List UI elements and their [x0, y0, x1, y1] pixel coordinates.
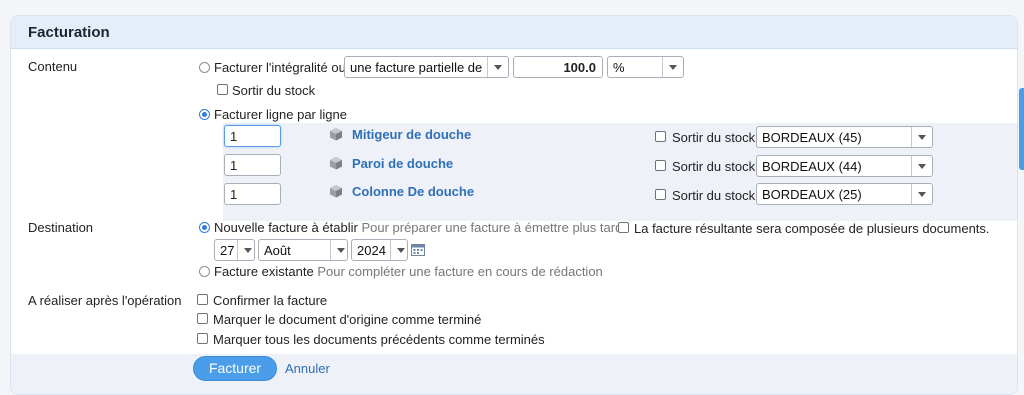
radio-full-invoice-label[interactable]: Facturer l'intégralité ou [214, 60, 346, 75]
unit-select-value: % [613, 60, 625, 75]
confirm-invoice-checkbox[interactable] [197, 294, 208, 305]
month-select[interactable]: Août [258, 239, 348, 261]
radio-line-by-line-label[interactable]: Facturer ligne par ligne [214, 107, 347, 122]
destination-label: Destination [28, 220, 94, 235]
line-qty-input[interactable]: 1 [224, 154, 281, 176]
footer-area [11, 354, 1017, 394]
line-qty-input[interactable]: 1 [224, 183, 281, 205]
mark-origin-done-label[interactable]: Marquer le document d'origine comme term… [213, 312, 481, 327]
panel-header: Facturation [11, 16, 1017, 49]
day-select-value: 27 [220, 243, 235, 258]
line-stock-label[interactable]: Sortir du stock [672, 188, 755, 203]
year-select[interactable]: 2024 [351, 239, 408, 261]
multi-docs-label[interactable]: La facture résultante sera composée de p… [634, 221, 990, 236]
full-stock-checkbox[interactable] [217, 84, 228, 95]
month-select-value: Août [264, 243, 291, 258]
existing-invoice-text: Facture existante [214, 264, 314, 279]
line-qty-input[interactable]: 1 [224, 125, 281, 147]
line-warehouse-select[interactable]: BORDEAUX (25) [756, 183, 933, 205]
chevron-down-icon [911, 184, 932, 204]
line-stock-label[interactable]: Sortir du stock [672, 130, 755, 145]
box-icon [330, 185, 342, 198]
cancel-link[interactable]: Annuler [285, 361, 330, 376]
radio-full-invoice[interactable] [199, 62, 210, 73]
mark-origin-done-checkbox[interactable] [197, 313, 208, 324]
line-product-name[interactable]: Mitigeur de douche [352, 127, 471, 142]
after-operation-label: A réaliser après l'opération [28, 293, 182, 308]
scrollbar-thumb[interactable] [1019, 88, 1024, 170]
partial-invoice-select-value: une facture partielle de [350, 60, 483, 75]
day-select[interactable]: 27 [214, 239, 255, 261]
partial-invoice-select[interactable]: une facture partielle de [344, 56, 509, 78]
confirm-invoice-label[interactable]: Confirmer la facture [213, 293, 327, 308]
mark-previous-done-label[interactable]: Marquer tous les documents précédents co… [213, 332, 545, 347]
calendar-icon[interactable] [411, 243, 425, 256]
new-invoice-hint: Pour préparer une facture à émettre plus… [361, 220, 623, 235]
chevron-down-icon [911, 127, 932, 147]
line-warehouse-value: BORDEAUX (25) [762, 187, 862, 202]
radio-existing-invoice-label[interactable]: Facture existante Pour compléter une fac… [214, 264, 603, 279]
radio-existing-invoice[interactable] [199, 266, 210, 277]
new-invoice-text: Nouvelle facture à établir [214, 220, 358, 235]
line-stock-label[interactable]: Sortir du stock [672, 159, 755, 174]
billing-panel: Facturation Contenu Facturer l'intégrali… [10, 15, 1018, 395]
line-product-name[interactable]: Paroi de douche [352, 156, 453, 171]
mark-previous-done-checkbox[interactable] [197, 333, 208, 344]
unit-select[interactable]: % [607, 56, 684, 78]
radio-line-by-line[interactable] [199, 109, 210, 120]
line-stock-checkbox[interactable] [655, 189, 666, 200]
line-stock-checkbox[interactable] [655, 131, 666, 142]
submit-invoice-button[interactable]: Facturer [193, 356, 277, 381]
line-stock-checkbox[interactable] [655, 160, 666, 171]
year-select-value: 2024 [357, 243, 386, 258]
line-warehouse-value: BORDEAUX (45) [762, 130, 862, 145]
line-warehouse-value: BORDEAUX (44) [762, 159, 862, 174]
line-warehouse-select[interactable]: BORDEAUX (44) [756, 155, 933, 177]
chevron-down-icon [330, 240, 347, 260]
contenu-label: Contenu [28, 59, 78, 74]
line-product-name[interactable]: Colonne De douche [352, 184, 474, 199]
panel-title: Facturation [28, 24, 110, 41]
box-icon [330, 128, 342, 141]
full-stock-label[interactable]: Sortir du stock [232, 83, 315, 98]
chevron-down-icon [237, 240, 254, 260]
box-icon [330, 157, 342, 170]
radio-new-invoice-label[interactable]: Nouvelle facture à établir Pour préparer… [214, 220, 622, 235]
partial-value-input[interactable]: 100.0 [513, 56, 603, 78]
multi-docs-checkbox[interactable] [618, 222, 629, 233]
chevron-down-icon [911, 156, 932, 176]
chevron-down-icon [662, 57, 683, 77]
chevron-down-icon [487, 57, 508, 77]
line-warehouse-select[interactable]: BORDEAUX (45) [756, 126, 933, 148]
chevron-down-icon [390, 240, 407, 260]
existing-invoice-hint: Pour compléter une facture en cours de r… [317, 264, 603, 279]
radio-new-invoice[interactable] [199, 222, 210, 233]
